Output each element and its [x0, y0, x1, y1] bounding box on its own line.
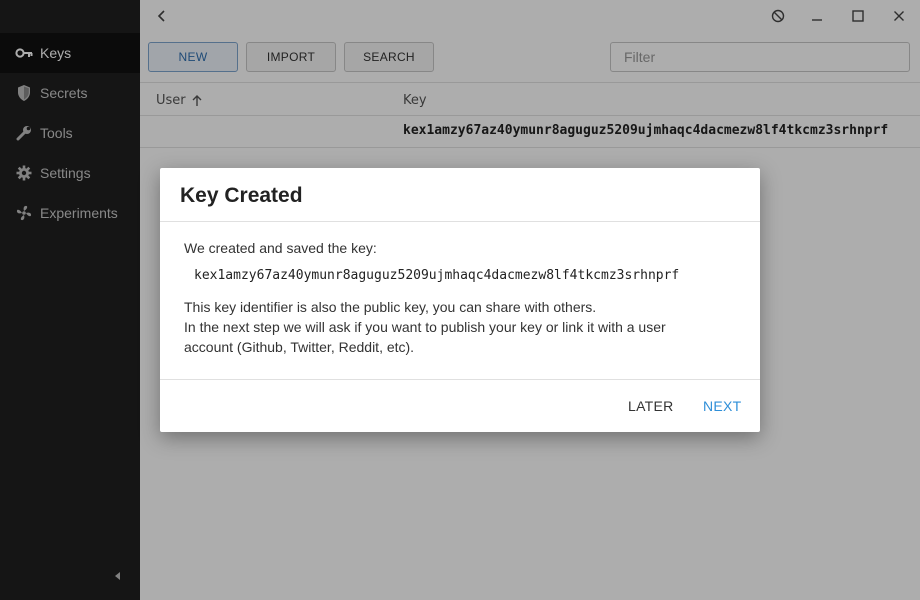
dialog-line-1: This key identifier is also the public k…: [184, 299, 597, 315]
later-button[interactable]: LATER: [628, 392, 674, 420]
dialog-footer-divider: [160, 379, 760, 380]
dialog-key: kex1amzy67az40ymunr8aguguz5209ujmhaqc4da…: [194, 268, 680, 283]
dialog-title: Key Created: [180, 184, 303, 207]
dialog-line-3: account (Github, Twitter, Reddit, etc).: [184, 339, 415, 355]
dialog-line-2: In the next step we will ask if you want…: [184, 319, 666, 335]
next-button[interactable]: NEXT: [703, 392, 742, 420]
dialog-intro: We created and saved the key:: [184, 240, 377, 256]
dialog-divider: [160, 221, 760, 222]
key-created-dialog: Key Created We created and saved the key…: [160, 168, 760, 432]
